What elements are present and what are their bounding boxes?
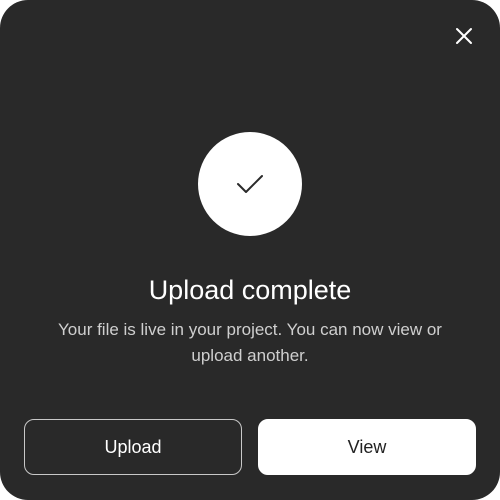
close-button[interactable]: [452, 24, 476, 48]
dialog-title: Upload complete: [148, 275, 352, 305]
view-button[interactable]: View: [258, 419, 476, 475]
checkmark-icon: [237, 175, 263, 193]
upload-button[interactable]: Upload: [24, 419, 242, 475]
dialog-message: Your file is live in your project. You c…: [58, 320, 442, 365]
close-icon: [456, 28, 472, 44]
upload-complete-dialog: Upload complete Your file is live in you…: [0, 0, 500, 500]
success-indicator: [198, 132, 302, 236]
